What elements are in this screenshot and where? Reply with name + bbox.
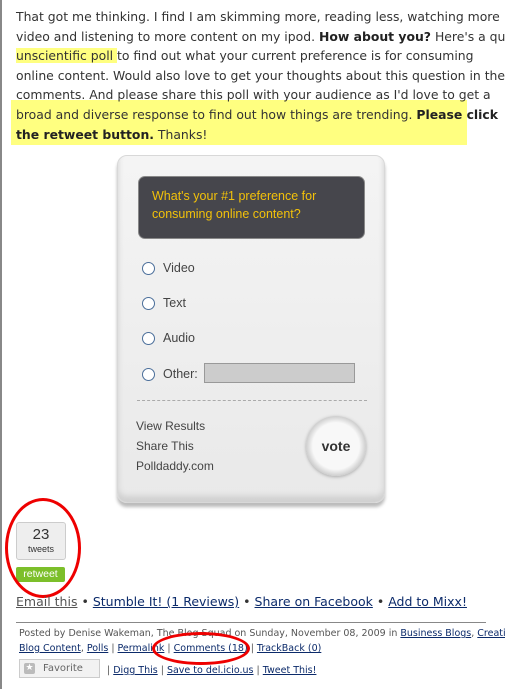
stumble-link[interactable]: Stumble It! (1 Reviews) bbox=[93, 594, 239, 609]
bold-text: Please click bbox=[416, 106, 499, 122]
poll-option-other[interactable]: Other: bbox=[142, 367, 198, 381]
bullet: • bbox=[81, 594, 89, 609]
text: to find out what your current preference… bbox=[117, 48, 474, 64]
text: Thanks! bbox=[153, 126, 208, 142]
poll-widget: What's your #1 preference for consuming … bbox=[117, 155, 385, 503]
option-label: Video bbox=[163, 261, 195, 275]
divider bbox=[137, 400, 367, 401]
bold-text: How about you? bbox=[318, 28, 431, 44]
post-meta-line1: Posted by Denise Wakeman, The Blog Squad… bbox=[19, 628, 505, 639]
tweet-this-link[interactable]: Tweet This! bbox=[263, 665, 317, 676]
share-this-link[interactable]: Share This bbox=[136, 439, 194, 453]
category-link[interactable]: Polls bbox=[87, 643, 108, 654]
option-label: Audio bbox=[163, 331, 195, 345]
radio-button[interactable] bbox=[142, 367, 155, 381]
line: the retweet button. Thanks! bbox=[16, 125, 505, 145]
article-paragraph: That got me thinking. I find I am skimmi… bbox=[16, 7, 505, 144]
text: video and listening to more content on m… bbox=[16, 28, 319, 44]
radio-button[interactable] bbox=[142, 261, 155, 275]
category-link[interactable]: Blog Content bbox=[19, 643, 81, 654]
radio-button[interactable] bbox=[142, 296, 155, 310]
poll-option-video[interactable]: Video bbox=[142, 261, 195, 275]
text: online content. Would also love to get y… bbox=[16, 67, 505, 83]
red-annotation-ellipse bbox=[152, 632, 250, 665]
text: broad and diverse response to find out h… bbox=[16, 106, 417, 122]
poll-option-audio[interactable]: Audio bbox=[142, 331, 195, 345]
view-results-link[interactable]: View Results bbox=[136, 419, 205, 433]
option-label: Text bbox=[163, 296, 186, 310]
left-border bbox=[0, 0, 2, 689]
radio-button[interactable] bbox=[142, 331, 155, 345]
favorite-label: Favorite bbox=[43, 663, 83, 674]
share-links: Email this • Stumble It! (1 Reviews) • S… bbox=[16, 594, 467, 609]
text: That got me thinking. I find I am skimmi… bbox=[16, 9, 500, 24]
vote-button[interactable]: vote bbox=[306, 416, 366, 476]
divider bbox=[16, 622, 486, 623]
favorite-button[interactable]: ★ Favorite bbox=[19, 659, 100, 678]
poll-option-text[interactable]: Text bbox=[142, 296, 186, 310]
line: comments. And please share this poll wit… bbox=[16, 85, 505, 105]
line: unscientific poll to find out what your … bbox=[16, 46, 505, 66]
category-link[interactable]: Business Blogs bbox=[400, 628, 471, 639]
text: Here's a quick bbox=[434, 28, 505, 44]
highlighted-text: unscientific poll bbox=[16, 48, 118, 64]
line: online content. Would also love to get y… bbox=[16, 66, 505, 86]
line: video and listening to more content on m… bbox=[16, 27, 505, 47]
category-link[interactable]: Creating bbox=[477, 628, 505, 639]
facebook-link[interactable]: Share on Facebook bbox=[255, 594, 373, 609]
social-links: | Digg This | Save to del.icio.us | Twee… bbox=[107, 665, 317, 676]
line: That got me thinking. I find I am skimmi… bbox=[16, 7, 505, 27]
trackback-link[interactable]: TrackBack (0) bbox=[257, 643, 321, 654]
email-link[interactable]: Email this bbox=[16, 594, 77, 609]
bullet: • bbox=[376, 594, 385, 609]
red-annotation-ellipse bbox=[5, 498, 81, 598]
delicious-link[interactable]: Save to del.icio.us bbox=[167, 665, 254, 676]
bold-text: the retweet button. bbox=[16, 126, 154, 142]
bullet: • bbox=[243, 594, 251, 609]
mixx-link[interactable]: Add to Mixx! bbox=[388, 594, 467, 609]
star-icon: ★ bbox=[24, 663, 35, 674]
other-input[interactable] bbox=[204, 363, 355, 383]
poll-question: What's your #1 preference for consuming … bbox=[138, 176, 365, 239]
option-label: Other: bbox=[163, 367, 198, 381]
digg-link[interactable]: Digg This bbox=[113, 665, 157, 676]
polldaddy-link[interactable]: Polldaddy.com bbox=[136, 459, 214, 473]
line: broad and diverse response to find out h… bbox=[16, 105, 505, 125]
text: comments. And please share this poll wit… bbox=[16, 87, 491, 103]
